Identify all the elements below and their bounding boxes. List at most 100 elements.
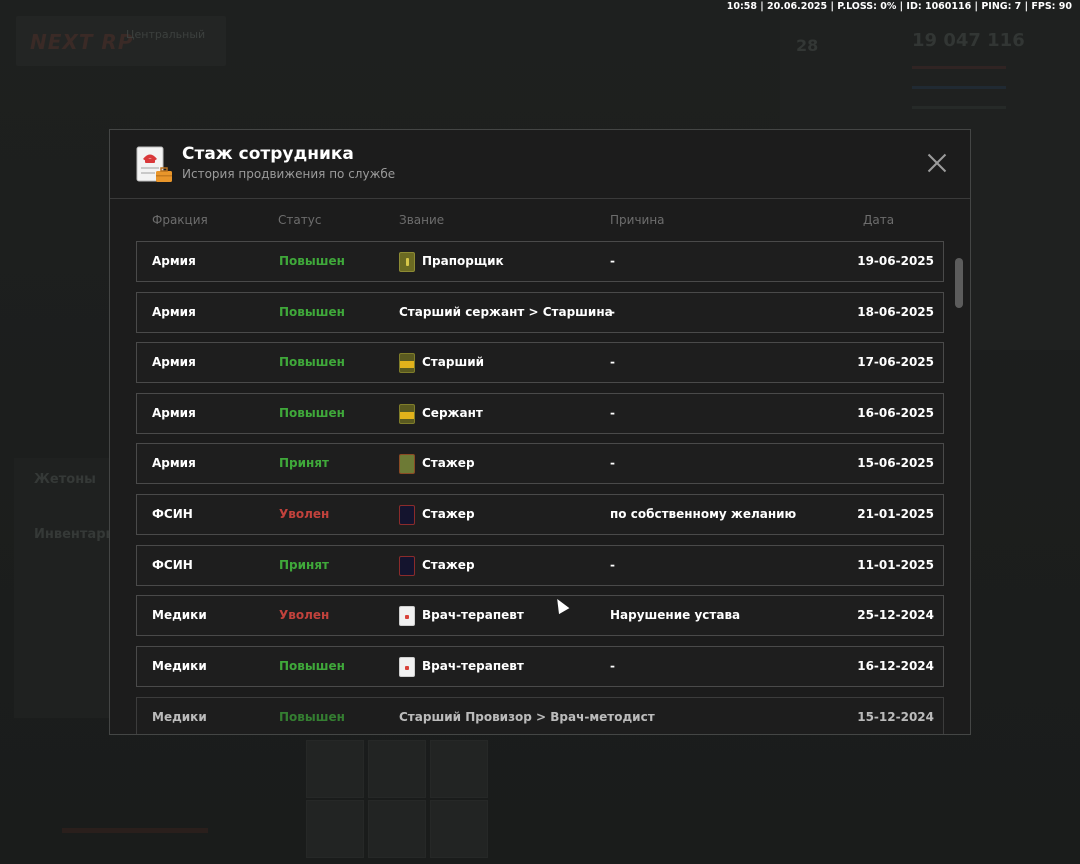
rank-insignia-icon — [399, 453, 415, 474]
row-date: 11-01-2025 — [857, 558, 934, 572]
row-date: 16-12-2024 — [857, 659, 934, 673]
row-status: Повышен — [279, 254, 345, 268]
row-rank-label: Стажер — [422, 507, 475, 521]
rank-insignia-icon — [399, 656, 415, 677]
inventory-slot — [430, 800, 488, 858]
modal-header: Стаж сотрудника История продвижения по с… — [110, 130, 970, 199]
rank-insignia-icon — [399, 403, 415, 424]
row-faction: Медики — [152, 710, 207, 724]
row-status: Повышен — [279, 710, 345, 724]
server-logo: NEXT RP — [30, 30, 134, 54]
table-row[interactable]: ФСИН Уволен Стажер по собственному желан… — [136, 494, 944, 535]
table-row[interactable]: Армия Повышен Старший - 17-06-2025 — [136, 342, 944, 383]
row-reason: - — [610, 406, 615, 420]
row-reason: Нарушение устава — [610, 608, 741, 622]
row-date: 16-06-2025 — [857, 406, 934, 420]
row-status: Повышен — [279, 305, 345, 319]
row-date: 25-12-2024 — [857, 608, 934, 622]
row-date: 19-06-2025 — [857, 254, 934, 268]
row-faction: Медики — [152, 659, 207, 673]
side-tab-inventory: Инвентарь — [34, 527, 114, 542]
table-row[interactable]: Медики Повышен Врач-терапевт - 16-12-202… — [136, 646, 944, 687]
column-header-status: Статус — [278, 213, 322, 227]
row-rank: Стажер — [399, 495, 475, 534]
table-row[interactable]: Медики Повышен Старший Провизор > Врач-м… — [136, 697, 944, 734]
row-rank-label: Прапорщик — [422, 254, 504, 268]
hud-food-bar — [912, 106, 1006, 109]
column-header-faction: Фракция — [152, 213, 208, 227]
table-row[interactable]: Медики Уволен Врач-терапевт Нарушение ус… — [136, 595, 944, 636]
service-history-modal: Стаж сотрудника История продвижения по с… — [109, 129, 971, 735]
row-rank: Стажер — [399, 546, 475, 585]
row-status: Принят — [279, 456, 329, 470]
row-status: Уволен — [279, 507, 330, 521]
row-faction: ФСИН — [152, 507, 193, 521]
row-reason: - — [610, 659, 615, 673]
column-header-rank: Звание — [399, 213, 445, 227]
table-row[interactable]: ФСИН Принят Стажер - 11-01-2025 — [136, 545, 944, 586]
row-rank: Стажер — [399, 444, 475, 483]
row-status: Уволен — [279, 608, 330, 622]
row-rank: Сержант — [399, 394, 483, 433]
table-row[interactable]: Армия Повышен Сержант - 16-06-2025 — [136, 393, 944, 434]
row-rank-label: Старший Провизор > Врач-методист — [399, 710, 655, 724]
row-date: 17-06-2025 — [857, 355, 934, 369]
row-rank-label: Старший сержант > Старшина — [399, 305, 613, 319]
inventory-slot — [306, 740, 364, 798]
rank-insignia-icon — [399, 555, 415, 576]
row-date: 21-01-2025 — [857, 507, 934, 521]
row-date: 15-12-2024 — [857, 710, 934, 724]
column-header-reason: Причина — [610, 213, 665, 227]
row-status: Принят — [279, 558, 329, 572]
row-faction: Армия — [152, 305, 196, 319]
rank-insignia-icon — [399, 504, 415, 525]
row-faction: Армия — [152, 406, 196, 420]
row-rank-label: Стажер — [422, 456, 475, 470]
row-reason: - — [610, 355, 615, 369]
row-rank-label: Старший — [422, 355, 485, 369]
weight-bar — [62, 828, 208, 833]
row-status: Повышен — [279, 659, 345, 673]
server-logo-subtitle: Центральный — [126, 28, 206, 41]
row-rank: Прапорщик — [399, 242, 504, 281]
row-faction: ФСИН — [152, 558, 193, 572]
row-rank-label: Врач-терапевт — [422, 659, 524, 673]
hud-money: 19 047 116 — [912, 30, 1025, 51]
rank-insignia-icon — [399, 352, 415, 373]
row-rank: Врач-терапевт — [399, 647, 524, 686]
row-reason: по собственному желанию — [610, 507, 797, 521]
row-faction: Армия — [152, 456, 196, 470]
modal-title: Стаж сотрудника — [182, 144, 354, 164]
row-rank-label: Стажер — [422, 558, 475, 572]
side-panel — [14, 458, 114, 718]
row-reason: - — [610, 456, 615, 470]
row-status: Повышен — [279, 406, 345, 420]
hud-armor-bar — [912, 86, 1006, 89]
row-rank: Врач-терапевт — [399, 596, 524, 635]
modal-subtitle: История продвижения по службе — [182, 167, 396, 181]
inventory-slot — [306, 800, 364, 858]
side-tab-tokens: Жетоны — [34, 472, 96, 487]
inventory-slot — [368, 740, 426, 798]
document-phone-briefcase-icon — [136, 146, 172, 182]
row-status: Повышен — [279, 355, 345, 369]
close-icon[interactable] — [926, 152, 948, 174]
row-date: 15-06-2025 — [857, 456, 934, 470]
scrollbar-thumb[interactable] — [955, 258, 963, 308]
row-rank: Старший — [399, 343, 484, 382]
row-faction: Армия — [152, 355, 196, 369]
table-row[interactable]: Армия Принят Стажер - 15-06-2025 — [136, 443, 944, 484]
row-faction: Армия — [152, 254, 196, 268]
row-date: 18-06-2025 — [857, 305, 934, 319]
column-header-date: Дата — [863, 213, 895, 227]
rank-insignia-icon — [399, 605, 415, 626]
inventory-slot — [368, 800, 426, 858]
table-row[interactable]: Армия Повышен Старший сержант > Старшина… — [136, 292, 944, 333]
inventory-slot — [430, 740, 488, 798]
row-reason: - — [610, 305, 615, 319]
row-rank: Старший сержант > Старшина — [399, 293, 613, 332]
row-rank: Старший Провизор > Врач-методист — [399, 698, 655, 734]
table-row[interactable]: Армия Повышен Прапорщик - 19-06-2025 — [136, 241, 944, 282]
rank-insignia-icon — [399, 251, 415, 272]
hud-health-bar — [912, 66, 1006, 69]
